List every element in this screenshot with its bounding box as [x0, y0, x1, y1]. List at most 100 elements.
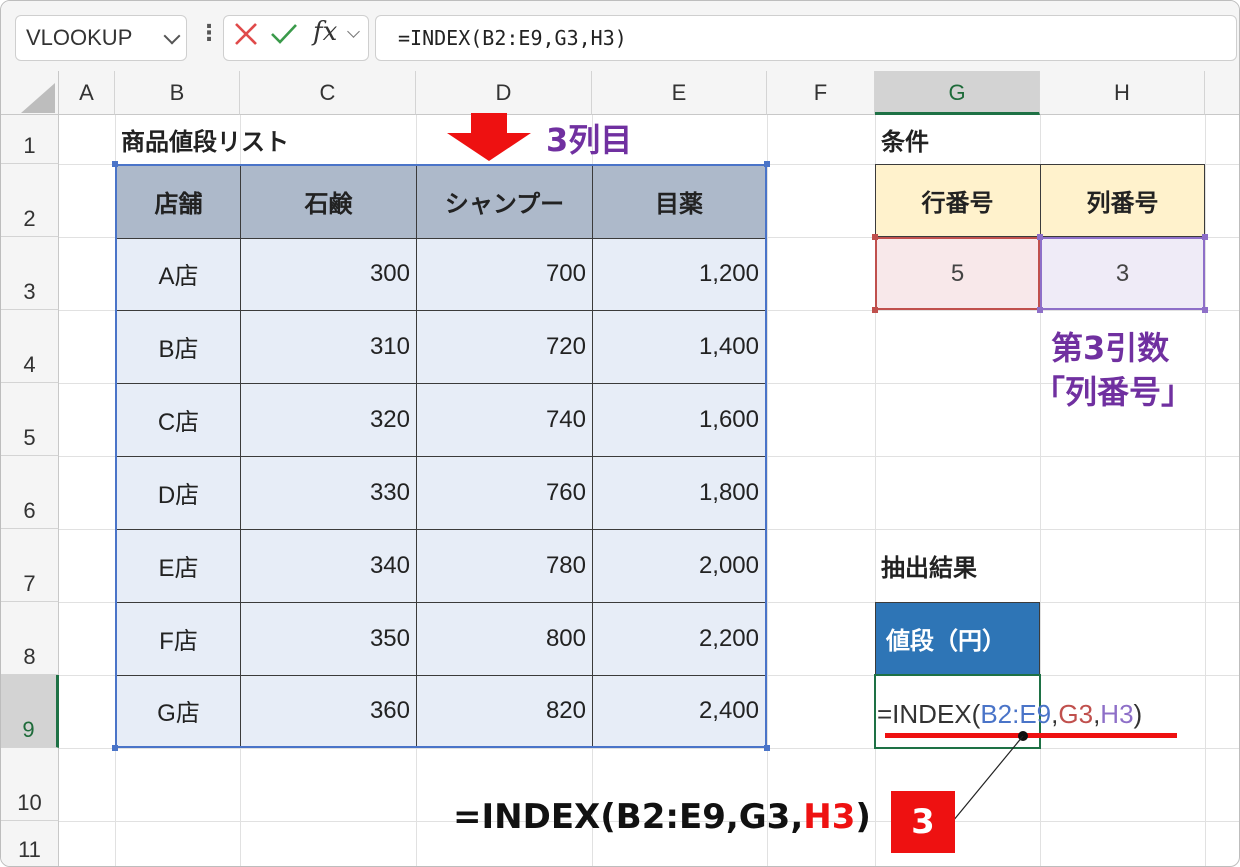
resize-handle[interactable]: [872, 234, 878, 240]
row-header-4[interactable]: 4: [1, 310, 59, 383]
table-header-shampoo[interactable]: シャンプー: [417, 166, 592, 236]
more-options-icon[interactable]: ⋮: [198, 23, 220, 45]
table-cell[interactable]: 340: [241, 529, 416, 602]
table-cell[interactable]: 300: [241, 237, 416, 310]
column-header-b[interactable]: B: [115, 71, 240, 115]
table-cell[interactable]: 2,200: [593, 602, 765, 675]
row-number-header[interactable]: 行番号: [875, 164, 1040, 237]
table-cell[interactable]: D店: [117, 456, 240, 529]
column-header-h[interactable]: H: [1040, 71, 1205, 115]
table-cell[interactable]: 760: [417, 456, 592, 529]
column-header-c[interactable]: C: [240, 71, 416, 115]
formula-arg-row: G3: [1058, 699, 1094, 729]
formula-text: =INDEX(B2:E9,G3,H3): [398, 26, 627, 50]
table-cell[interactable]: 700: [417, 237, 592, 310]
conditions-label[interactable]: 条件: [875, 115, 1040, 164]
bottom-formula-arg: H3: [803, 797, 856, 837]
gridline: [1205, 115, 1206, 866]
row-number: 1: [23, 133, 36, 158]
formula-input[interactable]: =INDEX(B2:E9,G3,H3): [375, 15, 1237, 61]
select-all-corner[interactable]: [1, 71, 59, 115]
table-cell[interactable]: 820: [417, 675, 592, 746]
table-cell[interactable]: A店: [117, 237, 240, 310]
resize-handle[interactable]: [872, 307, 878, 313]
row-header-11[interactable]: 11: [1, 821, 59, 866]
row-number: 5: [23, 425, 36, 450]
chevron-down-icon[interactable]: [163, 27, 181, 45]
third-column-label: 3列目: [546, 121, 633, 159]
name-box-value: VLOOKUP: [26, 25, 133, 50]
row-header-7[interactable]: 7: [1, 529, 59, 602]
row-header-8[interactable]: 8: [1, 602, 59, 675]
row-header-10[interactable]: 10: [1, 748, 59, 821]
table-header-store[interactable]: 店舗: [117, 166, 240, 236]
table-cell[interactable]: 740: [417, 383, 592, 456]
pointer-line: [952, 731, 1028, 822]
table-cell[interactable]: 1,200: [593, 237, 765, 310]
formula-arg-range: B2:E9: [980, 699, 1052, 729]
table-cell[interactable]: 720: [417, 310, 592, 383]
table-cell[interactable]: 800: [417, 602, 592, 675]
table-cell[interactable]: 2,400: [593, 675, 765, 746]
result-header[interactable]: 値段（円）: [875, 602, 1040, 675]
table-cell[interactable]: E店: [117, 529, 240, 602]
table-cell[interactable]: 1,400: [593, 310, 765, 383]
resize-handle[interactable]: [1202, 234, 1208, 240]
column-number-label: 「列番号」: [1033, 373, 1194, 411]
table-cell[interactable]: 320: [241, 383, 416, 456]
result-formula[interactable]: =INDEX(B2:E9,G3,H3): [877, 699, 1142, 730]
table-cell[interactable]: 1,600: [593, 383, 765, 456]
column-header-a[interactable]: A: [59, 71, 115, 115]
row-number: 3: [23, 279, 36, 304]
cancel-icon[interactable]: [233, 21, 259, 47]
formula-suffix: ): [1133, 699, 1143, 729]
table-cell[interactable]: B店: [117, 310, 240, 383]
column-header-g[interactable]: G: [875, 71, 1040, 115]
row-number-value[interactable]: 5: [875, 237, 1040, 310]
table-cell[interactable]: 2,000: [593, 529, 765, 602]
resize-handle[interactable]: [1037, 307, 1043, 313]
row-header-9[interactable]: 9: [1, 675, 59, 748]
name-box[interactable]: VLOOKUP: [15, 15, 187, 61]
column-header-d[interactable]: D: [416, 71, 592, 115]
row-header-6[interactable]: 6: [1, 456, 59, 529]
bottom-formula-suffix: ): [855, 797, 871, 837]
table-cell[interactable]: 350: [241, 602, 416, 675]
row-number: 7: [23, 571, 36, 596]
row-header-2[interactable]: 2: [1, 164, 59, 237]
row-number: 10: [17, 790, 42, 815]
row-header-5[interactable]: 5: [1, 383, 59, 456]
resize-handle[interactable]: [1202, 307, 1208, 313]
resize-handle[interactable]: [1037, 234, 1043, 240]
table-cell[interactable]: C店: [117, 383, 240, 456]
table-cell[interactable]: 780: [417, 529, 592, 602]
table-cell[interactable]: 1,800: [593, 456, 765, 529]
table-cell[interactable]: 330: [241, 456, 416, 529]
row-number: 2: [23, 206, 36, 231]
column-header-i[interactable]: [1205, 71, 1239, 115]
formula-bar: VLOOKUP ⋮ fx =INDEX(B2:E9,G3,H3): [1, 1, 1239, 71]
row-header-1[interactable]: 1: [1, 115, 59, 164]
table-cell[interactable]: 360: [241, 675, 416, 746]
formula-arg-col: H3: [1100, 699, 1134, 729]
result-badge: 3: [891, 791, 955, 853]
row-number: 8: [23, 644, 36, 669]
column-number-value[interactable]: 3: [1040, 237, 1205, 310]
third-argument-label: 第3引数: [1051, 329, 1170, 367]
row-number: 9: [22, 717, 35, 742]
row-header-3[interactable]: 3: [1, 237, 59, 310]
insert-function-icon[interactable]: fx: [313, 17, 337, 47]
list-title[interactable]: 商品値段リスト: [115, 115, 415, 164]
column-header-e[interactable]: E: [592, 71, 767, 115]
table-header-soap[interactable]: 石鹸: [241, 166, 416, 236]
table-cell[interactable]: 310: [241, 310, 416, 383]
table-cell[interactable]: F店: [117, 602, 240, 675]
enter-check-icon[interactable]: [269, 21, 299, 47]
table-header-eyedrops[interactable]: 目薬: [593, 166, 765, 236]
down-arrow-icon: [447, 113, 531, 161]
column-header-f[interactable]: F: [767, 71, 875, 115]
table-cell[interactable]: G店: [117, 675, 240, 746]
column-number-header[interactable]: 列番号: [1040, 164, 1205, 237]
row-number: 11: [18, 837, 41, 862]
result-label[interactable]: 抽出結果: [875, 529, 1040, 602]
